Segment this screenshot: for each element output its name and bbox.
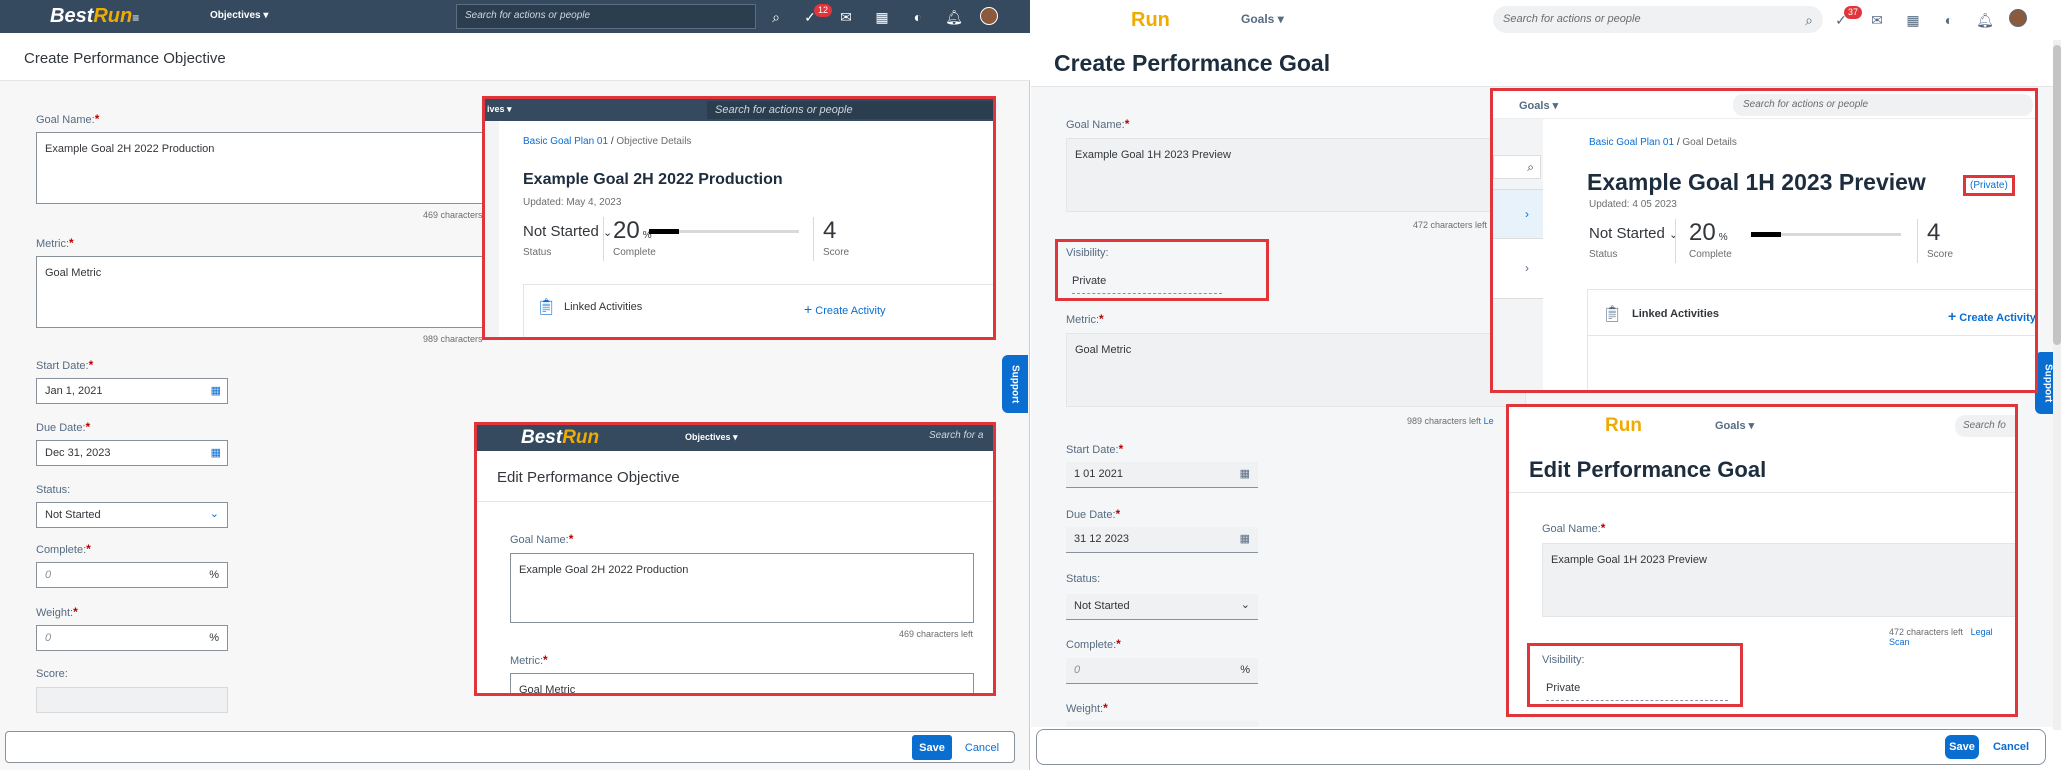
org-chart-icon[interactable]: ▦: [1903, 10, 1923, 30]
percent-unit: %: [1240, 664, 1250, 676]
search-input[interactable]: Search for actions or people: [1493, 6, 1823, 33]
save-button[interactable]: Save: [1945, 735, 1979, 759]
goals-menu[interactable]: Goals ▾: [1241, 12, 1284, 26]
shell-bar: BestRun≡ Objectives ▾ Search for actions…: [0, 0, 1030, 33]
metric-hint: 989 characters: [423, 334, 483, 344]
page-title: Create Performance Goal: [1054, 50, 1331, 76]
metric-field[interactable]: Goal Metric: [1066, 333, 1526, 407]
status-select[interactable]: Not Started ⌄: [36, 502, 228, 528]
complete-label: Complete:*: [36, 542, 91, 556]
complete-input[interactable]: 0%: [1066, 658, 1258, 684]
start-date-field[interactable]: Jan 1, 2021 ▦: [36, 378, 228, 404]
help-icon[interactable]: ◐: [908, 7, 928, 27]
score-label: Score:: [36, 668, 68, 680]
notification-badge: 12: [814, 4, 833, 17]
visibility-value[interactable]: Private: [1072, 275, 1222, 294]
due-date-field[interactable]: 31 12 2023 ▦: [1066, 527, 1258, 553]
chevron-down-icon: ⌄: [209, 508, 219, 520]
notification-badge: 37: [1844, 6, 1863, 19]
logo-run: Run: [93, 5, 133, 27]
status-select[interactable]: Not Started ⌄: [1066, 594, 1258, 620]
due-date-field[interactable]: Dec 31, 2023 ▦: [36, 440, 228, 466]
avatar[interactable]: [2009, 9, 2027, 27]
page-scrollbar[interactable]: [2053, 40, 2061, 730]
due-date-label: Due Date:*: [1066, 507, 1121, 521]
left-panel: BestRun≡ Objectives ▾ Search for actions…: [0, 0, 1030, 770]
weight-label: Weight:*: [36, 605, 78, 619]
goal-name-label: Goal Name:*: [36, 112, 100, 126]
avatar[interactable]: [980, 7, 998, 25]
goal-name-field[interactable]: Example Goal 2H 2022 Production: [36, 132, 496, 204]
start-date-label: Start Date:*: [36, 358, 94, 372]
weight-input[interactable]: [1066, 721, 1258, 727]
footer-bar: Save Cancel: [5, 731, 1015, 763]
score-field: [36, 687, 228, 713]
goal-name-field[interactable]: Example Goal 1H 2023 Preview: [1066, 138, 1526, 212]
help-icon[interactable]: ◐: [1939, 10, 1959, 30]
bell-icon[interactable]: 🔔︎: [1975, 10, 1995, 30]
objectives-menu[interactable]: Objectives ▾: [210, 10, 268, 21]
complete-label: Complete:*: [1066, 637, 1121, 651]
metric-field[interactable]: Goal Metric: [36, 256, 496, 328]
org-chart-icon[interactable]: ▦: [872, 7, 892, 27]
right-panel: Run Goals ▾ Search for actions or people…: [1031, 0, 2061, 770]
status-label: Status:: [36, 484, 71, 496]
metric-label: Metric:*: [36, 236, 74, 250]
metric-hint: 989 characters left Le: [1407, 416, 1494, 426]
cancel-button[interactable]: Cancel: [1989, 735, 2033, 759]
weight-input[interactable]: 0%: [36, 625, 228, 651]
shell-bar: Run Goals ▾ Search for actions or people…: [1031, 0, 2061, 40]
metric-label: Metric:*: [1066, 312, 1104, 326]
status-label: Status:: [1066, 573, 1101, 585]
search-input[interactable]: Search for actions or people: [456, 4, 756, 29]
page-title: Create Performance Objective: [24, 50, 226, 67]
chevron-down-icon: ⌄: [1240, 599, 1250, 611]
legal-scan-link[interactable]: Le: [1484, 416, 1494, 426]
percent-unit: %: [209, 632, 219, 644]
goal-name-hint: 472 characters left: [1413, 220, 1488, 230]
calendar-icon[interactable]: ▦: [211, 446, 221, 459]
goal-name-hint: 469 characters: [423, 210, 483, 220]
calendar-icon[interactable]: ▦: [211, 384, 221, 397]
footer-bar: Save Cancel: [1036, 729, 2046, 765]
cancel-button[interactable]: Cancel: [962, 735, 1002, 760]
visibility-label: Visibility:: [1066, 247, 1109, 259]
bell-icon[interactable]: 🔔︎: [944, 7, 964, 27]
complete-input[interactable]: 0%: [36, 562, 228, 588]
logo[interactable]: BestRun≡: [50, 5, 139, 28]
start-date-label: Start Date:*: [1066, 442, 1124, 456]
chat-icon[interactable]: ✉: [1867, 10, 1887, 30]
calendar-icon[interactable]: ▦: [1240, 532, 1250, 545]
page-header: Create Performance Objective: [0, 33, 1030, 81]
search-icon[interactable]: ⌕: [1799, 10, 1819, 30]
chat-icon[interactable]: ✉: [836, 7, 856, 27]
goal-name-label: Goal Name:*: [1066, 117, 1130, 131]
logo-best: Best: [50, 5, 94, 27]
search-icon[interactable]: ⌕: [766, 7, 786, 27]
percent-unit: %: [209, 569, 219, 581]
calendar-icon[interactable]: ▦: [1240, 467, 1250, 480]
chevron-down-icon: ▾: [263, 10, 269, 21]
start-date-field[interactable]: 1 01 2021 ▦: [1066, 462, 1258, 488]
logo[interactable]: Run: [1131, 9, 1170, 32]
due-date-label: Due Date:*: [36, 420, 91, 434]
weight-label: Weight:*: [1066, 701, 1108, 715]
support-tab[interactable]: Support: [1002, 355, 1028, 413]
logo-lines-icon: ≡: [132, 11, 140, 25]
save-button[interactable]: Save: [912, 735, 952, 760]
